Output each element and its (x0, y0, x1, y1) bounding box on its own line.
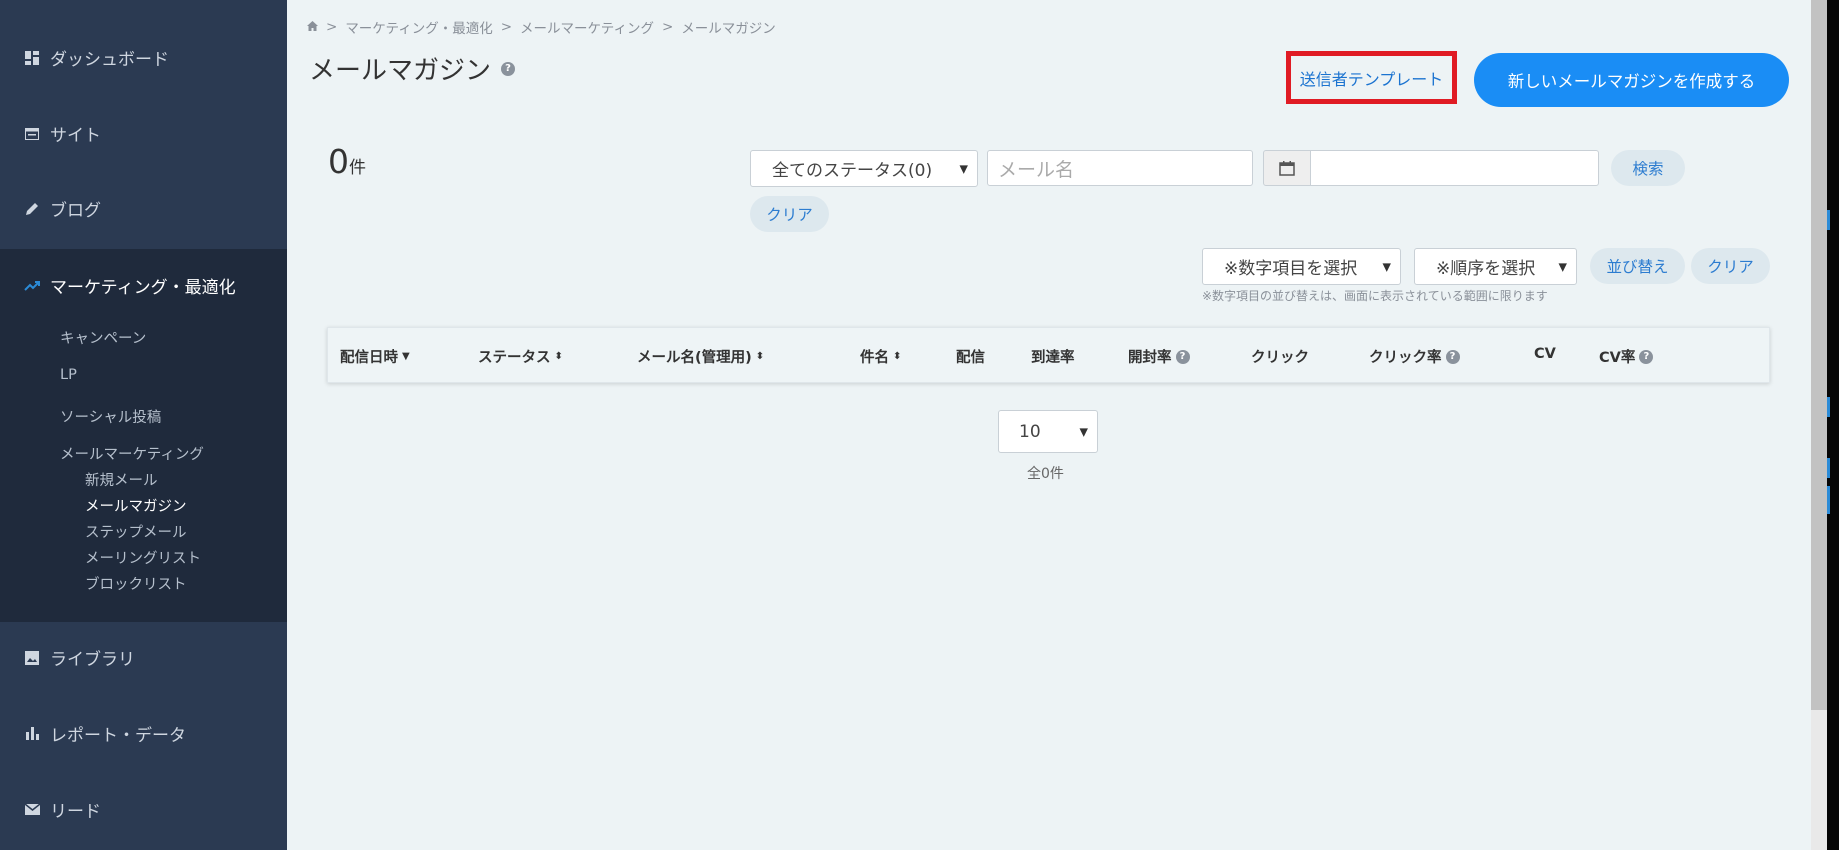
help-icon[interactable]: ? (1175, 349, 1190, 364)
search-button[interactable]: 検索 (1611, 150, 1685, 186)
create-mail-magazine-button[interactable]: 新しいメールマガジンを作成する (1474, 53, 1789, 107)
column-header-subject[interactable]: 件名 ⬍ (860, 346, 901, 367)
sidebar-sub-step-mail[interactable]: ステップメール (85, 521, 187, 542)
edge-marker (1827, 397, 1830, 417)
sidebar-item-label: ダッシュボード (50, 50, 169, 70)
sidebar: ダッシュボード サイト ブログ マーケティング・最適化 キャンペーン LP ソー… (0, 0, 287, 850)
order-select-value: ※順序を選択 (1436, 259, 1536, 279)
total-count: 全0件 (1027, 466, 1064, 482)
help-icon[interactable]: ? (1639, 349, 1654, 364)
sort-desc-icon: ▼ (402, 351, 410, 362)
sidebar-item-label: レポート・データ (50, 726, 186, 746)
sidebar-item-site[interactable]: サイト (0, 96, 287, 171)
date-range-input[interactable] (1310, 150, 1599, 186)
breadcrumb-item[interactable]: マーケティング・最適化 (345, 17, 492, 37)
sidebar-sub-mailing-list[interactable]: メーリングリスト (85, 547, 201, 568)
status-select[interactable]: 全てのステータス(0) ▼ (750, 150, 978, 187)
sidebar-sub-email-marketing[interactable]: メールマーケティング (60, 443, 204, 464)
chevron-down-icon: ▼ (1079, 425, 1088, 438)
edge-marker (1827, 210, 1830, 230)
sidebar-item-label: ブログ (50, 201, 101, 221)
bar-chart-icon (24, 726, 40, 742)
sidebar-item-blog[interactable]: ブログ (0, 171, 287, 246)
main-content: > マーケティング・最適化 > メールマーケティング > メールマガジン メール… (287, 0, 1811, 850)
image-icon (24, 650, 40, 666)
result-count: 0件 (328, 142, 366, 181)
column-header-date[interactable]: 配信日時 ▼ (340, 346, 410, 367)
column-header-status[interactable]: ステータス ⬍ (478, 346, 563, 367)
breadcrumb-item: メールマガジン (681, 21, 776, 37)
column-header-cv-rate: CV率? (1599, 346, 1654, 367)
table-header: 配信日時 ▼ ステータス ⬍ メール名(管理用) ⬍ 件名 ⬍ 配信 到達率 開封率? … (327, 327, 1770, 383)
sender-template-button[interactable]: 送信者テンプレート (1286, 51, 1457, 104)
order-select[interactable]: ※順序を選択 ▼ (1414, 248, 1577, 285)
mail-name-input[interactable]: メール名 (987, 150, 1253, 186)
calendar-icon[interactable] (1263, 150, 1311, 186)
sidebar-item-report[interactable]: レポート・データ (0, 696, 287, 771)
sidebar-item-label: サイト (50, 126, 101, 146)
sort-clear-button[interactable]: クリア (1691, 248, 1770, 284)
trend-icon (24, 278, 40, 294)
sort-note: ※数字項目の並び替えは、画面に表示されている範囲に限ります (1202, 289, 1548, 303)
sidebar-sub-social[interactable]: ソーシャル投稿 (60, 406, 161, 427)
chevron-down-icon: ▼ (1558, 260, 1567, 273)
column-header-arrival-rate: 到達率 (1031, 350, 1075, 366)
chevron-down-icon: ▼ (1382, 260, 1391, 273)
column-header-delivery: 配信 (956, 350, 985, 366)
count-value: 0 (328, 142, 349, 181)
sort-icon: ⬍ (893, 351, 902, 362)
edge-marker (1827, 458, 1830, 478)
column-header-cv: CV (1534, 346, 1556, 362)
sidebar-sub-block-list[interactable]: ブロックリスト (85, 573, 187, 594)
numeric-item-select[interactable]: ※数字項目を選択 ▼ (1202, 248, 1401, 285)
sidebar-item-label: ライブラリ (50, 650, 135, 670)
chevron-down-icon: ▼ (959, 162, 968, 175)
per-page-select[interactable]: 10 ▼ (998, 410, 1098, 453)
sort-icon: ⬍ (554, 351, 563, 362)
mail-icon (24, 802, 40, 818)
site-icon (24, 126, 40, 142)
count-unit: 件 (349, 158, 366, 178)
home-icon[interactable] (307, 19, 318, 35)
sidebar-item-library[interactable]: ライブラリ (0, 620, 287, 695)
breadcrumb: > マーケティング・最適化 > メールマーケティング > メールマガジン (307, 17, 776, 37)
sidebar-sub-new-mail[interactable]: 新規メール (85, 469, 158, 490)
per-page-value: 10 (1019, 421, 1041, 442)
sidebar-item-label: マーケティング・最適化 (50, 278, 236, 298)
edge-marker (1827, 486, 1830, 514)
help-icon[interactable]: ? (501, 61, 516, 76)
help-icon[interactable]: ? (1445, 349, 1460, 364)
sidebar-item-marketing[interactable]: マーケティング・最適化 (0, 248, 287, 323)
sort-button[interactable]: 並び替え (1590, 248, 1685, 284)
sort-icon: ⬍ (755, 351, 765, 362)
clear-button[interactable]: クリア (750, 196, 829, 232)
sidebar-sub-lp[interactable]: LP (60, 367, 77, 383)
numeric-item-select-value: ※数字項目を選択 (1224, 259, 1358, 279)
window-edge (1827, 0, 1839, 850)
column-header-click: クリック (1251, 350, 1309, 366)
sidebar-item-dashboard[interactable]: ダッシュボード (0, 20, 287, 95)
sidebar-item-label: リード (50, 802, 101, 822)
page-title-wrap: メールマガジン ? (309, 50, 516, 87)
breadcrumb-item[interactable]: メールマーケティング (520, 17, 654, 37)
pencil-icon (24, 201, 40, 217)
sidebar-item-lead[interactable]: リード (0, 772, 287, 847)
sidebar-sub-campaign[interactable]: キャンペーン (60, 327, 146, 348)
column-header-open-rate: 開封率? (1128, 346, 1190, 367)
dashboard-icon (24, 50, 40, 66)
sidebar-sub-mail-magazine[interactable]: メールマガジン (85, 495, 187, 516)
column-header-click-rate: クリック率? (1369, 346, 1460, 367)
page-title: メールマガジン (309, 56, 492, 86)
column-header-mail-name[interactable]: メール名(管理用) ⬍ (637, 346, 764, 367)
status-select-value: 全てのステータス(0) (772, 161, 933, 181)
